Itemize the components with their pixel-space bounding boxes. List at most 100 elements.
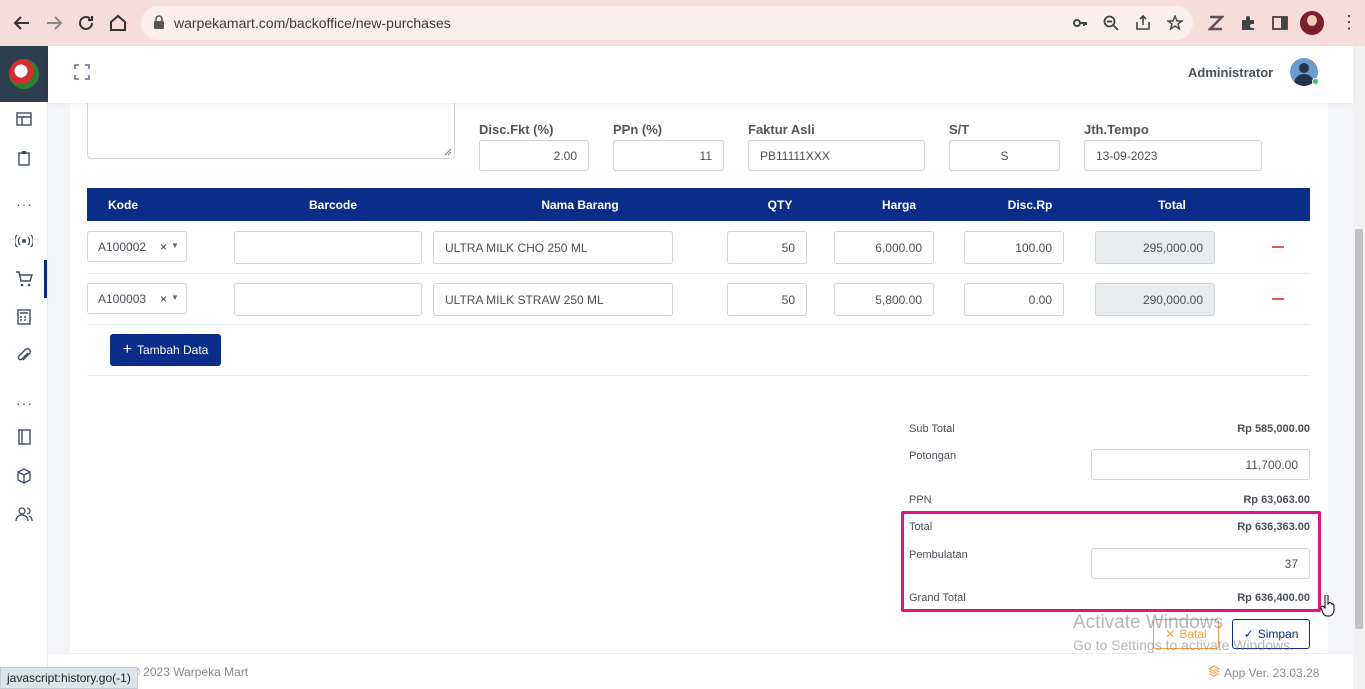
lock-icon	[153, 15, 165, 34]
dashboard-icon[interactable]	[14, 109, 34, 129]
add-row-button[interactable]: + Tambah Data	[110, 334, 221, 366]
bookmark-star-icon[interactable]	[1166, 14, 1184, 32]
col-barcode: Barcode	[308, 198, 358, 212]
chevron-down-icon[interactable]: ▼	[171, 293, 179, 302]
col-nama-barang: Nama Barang	[541, 198, 619, 212]
calculator-icon[interactable]	[14, 307, 34, 327]
box-icon[interactable]	[14, 466, 34, 486]
users-icon[interactable]	[14, 504, 34, 524]
st-input[interactable]: S	[949, 140, 1060, 171]
online-status-dot	[1312, 78, 1319, 85]
pembulatan-label: Pembulatan	[909, 549, 968, 561]
scrollbar-thumb[interactable]	[1355, 229, 1363, 629]
barcode-input[interactable]	[234, 231, 422, 264]
share-icon[interactable]	[1134, 14, 1152, 32]
total-field: 295,000.00	[1095, 231, 1215, 264]
harga-input[interactable]: 5,800.00	[834, 283, 934, 316]
total-summary-value: Rp 636,363.00	[1237, 521, 1310, 533]
pembulatan-input[interactable]: 37	[1091, 548, 1310, 579]
barcode-input[interactable]	[234, 283, 422, 316]
disc-rp-input[interactable]: 0.00	[964, 283, 1064, 316]
remove-row-icon[interactable]	[1272, 246, 1284, 248]
qty-input[interactable]: 50	[727, 283, 807, 316]
sidebar: ··· ···	[0, 46, 48, 689]
st-label: S/T	[949, 122, 970, 137]
ppn-summary-label: PPN	[909, 494, 932, 506]
profile-avatar[interactable]	[1300, 11, 1324, 35]
section-divider	[87, 375, 1310, 376]
section-divider-icon: ···	[16, 196, 33, 212]
fullscreen-icon[interactable]	[74, 64, 90, 85]
key-icon[interactable]	[1071, 14, 1089, 32]
kode-select[interactable]: A100003 × ▼	[87, 283, 187, 314]
clipboard-icon[interactable]	[14, 148, 34, 168]
sidepanel-icon[interactable]	[1269, 12, 1291, 34]
activate-windows-subtitle: Go to Settings to activate Windows.	[1073, 637, 1294, 653]
zoom-icon[interactable]	[1102, 14, 1120, 32]
ppn-input[interactable]: 11	[613, 140, 724, 171]
logo-icon	[9, 59, 39, 89]
layers-icon	[1207, 665, 1221, 680]
col-total: Total	[1158, 198, 1186, 212]
add-row-label: Tambah Data	[136, 343, 209, 357]
table-header: Kode Barcode Nama Barang QTY Harga Disc.…	[87, 188, 1310, 221]
forward-icon[interactable]	[42, 11, 66, 35]
browser-toolbar: warpekamart.com/backoffice/new-purchases…	[0, 0, 1365, 46]
cart-icon[interactable]	[14, 269, 34, 289]
nama-barang-input[interactable]: ULTRA MILK STRAW 250 ML	[433, 283, 673, 316]
app-version-text: App Ver. 23.03.28	[1224, 665, 1320, 680]
kode-value: A100003	[98, 291, 147, 306]
sidebar-active-indicator	[44, 260, 47, 298]
chevron-down-icon[interactable]: ▼	[171, 241, 179, 250]
jth-tempo-input[interactable]: 13-09-2023	[1084, 140, 1262, 171]
subtotal-label: Sub Total	[909, 423, 955, 435]
col-kode: Kode	[108, 198, 138, 212]
z-extension-icon[interactable]	[1205, 12, 1227, 34]
logo[interactable]	[0, 46, 48, 102]
nama-barang-input[interactable]: ULTRA MILK CHO 250 ML	[433, 231, 673, 264]
qty-input[interactable]: 50	[727, 231, 807, 264]
purchase-form-card: Disc.Fkt (%) 2.00 PPn (%) 11 Faktur Asli…	[70, 103, 1328, 653]
clear-icon[interactable]: ×	[160, 240, 167, 254]
app-version: App Ver. 23.03.28	[1207, 665, 1320, 680]
potongan-input[interactable]: 11,700.00	[1091, 449, 1310, 480]
user-name[interactable]: Administrator	[1188, 65, 1273, 80]
page-scrollbar[interactable]	[1353, 46, 1365, 689]
book-icon[interactable]	[14, 427, 34, 447]
kode-select[interactable]: A100002 × ▼	[87, 231, 187, 262]
faktur-asli-input[interactable]: PB11111XXX	[748, 140, 925, 171]
col-disc-rp: Disc.Rp	[1007, 198, 1053, 212]
app-header: Administrator	[48, 46, 1353, 103]
clear-icon[interactable]: ×	[160, 292, 167, 306]
faktur-asli-label: Faktur Asli	[748, 122, 815, 137]
broadcast-icon[interactable]	[14, 231, 34, 251]
home-icon[interactable]	[106, 11, 130, 35]
reload-icon[interactable]	[74, 11, 98, 35]
extensions-puzzle-icon[interactable]	[1237, 12, 1259, 34]
jth-tempo-label: Jth.Tempo	[1084, 122, 1149, 137]
disc-fkt-label: Disc.Fkt (%)	[479, 122, 554, 137]
col-harga: Harga	[881, 198, 917, 212]
address-bar[interactable]: warpekamart.com/backoffice/new-purchases	[141, 6, 1193, 40]
remove-row-icon[interactable]	[1272, 298, 1284, 300]
back-icon[interactable]	[10, 11, 34, 35]
plus-icon: +	[122, 341, 132, 358]
section-divider-icon: ···	[16, 395, 33, 411]
row-divider	[87, 273, 1310, 274]
grand-total-value: Rp 636,400.00	[1237, 592, 1310, 604]
copyright-text: © 2023 Warpeka Mart	[131, 665, 249, 679]
total-field: 290,000.00	[1095, 283, 1215, 316]
disc-fkt-input[interactable]: 2.00	[479, 140, 589, 171]
paperclip-icon[interactable]	[14, 345, 34, 365]
disc-rp-input[interactable]: 100.00	[964, 231, 1064, 264]
subtotal-value: Rp 585,000.00	[1237, 423, 1310, 435]
ppn-label: PPn (%)	[613, 122, 663, 137]
browser-menu-icon[interactable]: ⋮	[1340, 12, 1358, 33]
grand-total-label: Grand Total	[909, 592, 966, 604]
notes-textarea[interactable]	[87, 103, 455, 159]
activate-windows-title: Activate Windows	[1073, 612, 1223, 633]
resize-handle-icon[interactable]	[444, 148, 452, 156]
harga-input[interactable]: 6,000.00	[834, 231, 934, 264]
row-divider	[87, 324, 1310, 325]
total-summary-label: Total	[909, 521, 933, 533]
